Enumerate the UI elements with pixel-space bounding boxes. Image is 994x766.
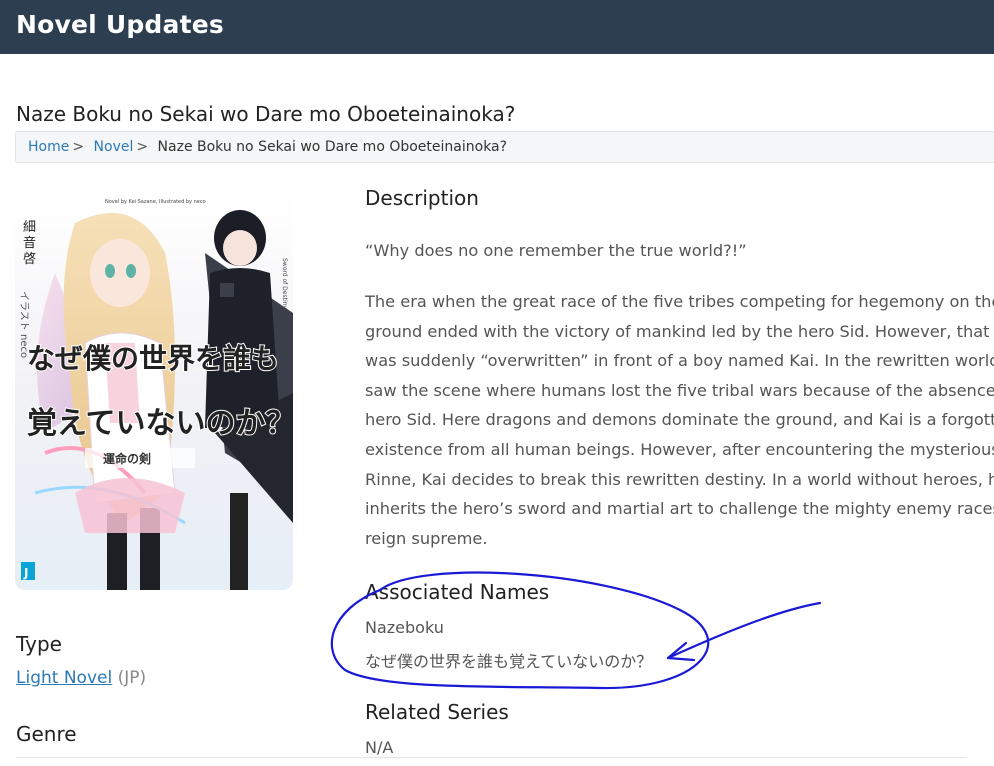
annotation-arrowhead — [666, 641, 696, 662]
site-header: Novel Updates — [0, 0, 994, 54]
description-line: existence from all human beings. However… — [365, 439, 994, 459]
breadcrumb-separator: > — [136, 139, 149, 155]
associated-name: なぜ僕の世界を誰も覚えていないのか？ — [365, 652, 653, 671]
description-line: The era when the great race of the five … — [365, 292, 994, 311]
description-line: saw the scene where humans lost the five… — [365, 380, 994, 400]
related-series-heading: Related Series — [365, 700, 509, 724]
description-quote: “Why does no one remember the true world… — [365, 236, 994, 266]
description-heading: Description — [365, 186, 479, 210]
cover-author-text: 細音啓 — [23, 220, 36, 267]
page-title: Naze Boku no Sekai wo Dare mo Oboeteinai… — [16, 102, 516, 126]
type-heading: Type — [16, 632, 62, 656]
cover-side-label: Sword of Destiny — [281, 258, 288, 309]
publisher-logo: J — [23, 566, 28, 580]
cover-title-line1: なぜ僕の世界を誰も — [27, 342, 279, 375]
related-series-value: N/A — [365, 738, 394, 757]
cover-illustration: 細音啓 イラスト neco Novel by Kei Sazane, Illus… — [15, 193, 293, 590]
description-line: “Why does no one remember the true world… — [365, 241, 747, 260]
breadcrumb-separator: > — [72, 139, 85, 155]
description-body: The era when the great race of the five … — [365, 287, 994, 553]
divider — [16, 757, 966, 758]
type-origin: (JP) — [117, 668, 147, 688]
genre-heading: Genre — [16, 722, 77, 746]
cover-credit-text: Novel by Kei Sazane, Illustrated by neco — [105, 199, 206, 205]
description-line: was suddenly “overwritten” in front of a… — [365, 351, 994, 371]
description-line: ground ended with the victory of mankind… — [365, 321, 994, 341]
annotation-arrow — [666, 601, 822, 660]
description-line: hero Sid. Here dragons and demons domina… — [365, 410, 994, 430]
description-line: reign supreme. — [365, 528, 488, 548]
cover-title-line2: 覚えていないのか？ — [27, 406, 293, 441]
associated-name: Nazeboku — [365, 618, 444, 637]
cover-image[interactable]: 細音啓 イラスト neco Novel by Kei Sazane, Illus… — [15, 193, 293, 590]
description-line: Rinne, Kai decides to break this rewritt… — [365, 469, 994, 489]
breadcrumb-home-link[interactable]: Home — [28, 139, 69, 155]
type-value: Light Novel (JP) — [16, 668, 146, 688]
cover-subtitle: 運命の剣 — [103, 451, 151, 466]
breadcrumb-current: Naze Boku no Sekai wo Dare mo Oboeteinai… — [157, 139, 508, 155]
breadcrumb: Home > Novel > Naze Boku no Sekai wo Dare … — [15, 131, 994, 163]
site-logo-text[interactable]: Novel Updates — [16, 10, 224, 39]
breadcrumb-novel-link[interactable]: Novel — [94, 139, 134, 155]
description-line: inherits the hero’s sword and martial ar… — [365, 499, 994, 519]
type-link[interactable]: Light Novel — [16, 668, 112, 688]
associated-names-heading: Associated Names — [365, 580, 550, 604]
